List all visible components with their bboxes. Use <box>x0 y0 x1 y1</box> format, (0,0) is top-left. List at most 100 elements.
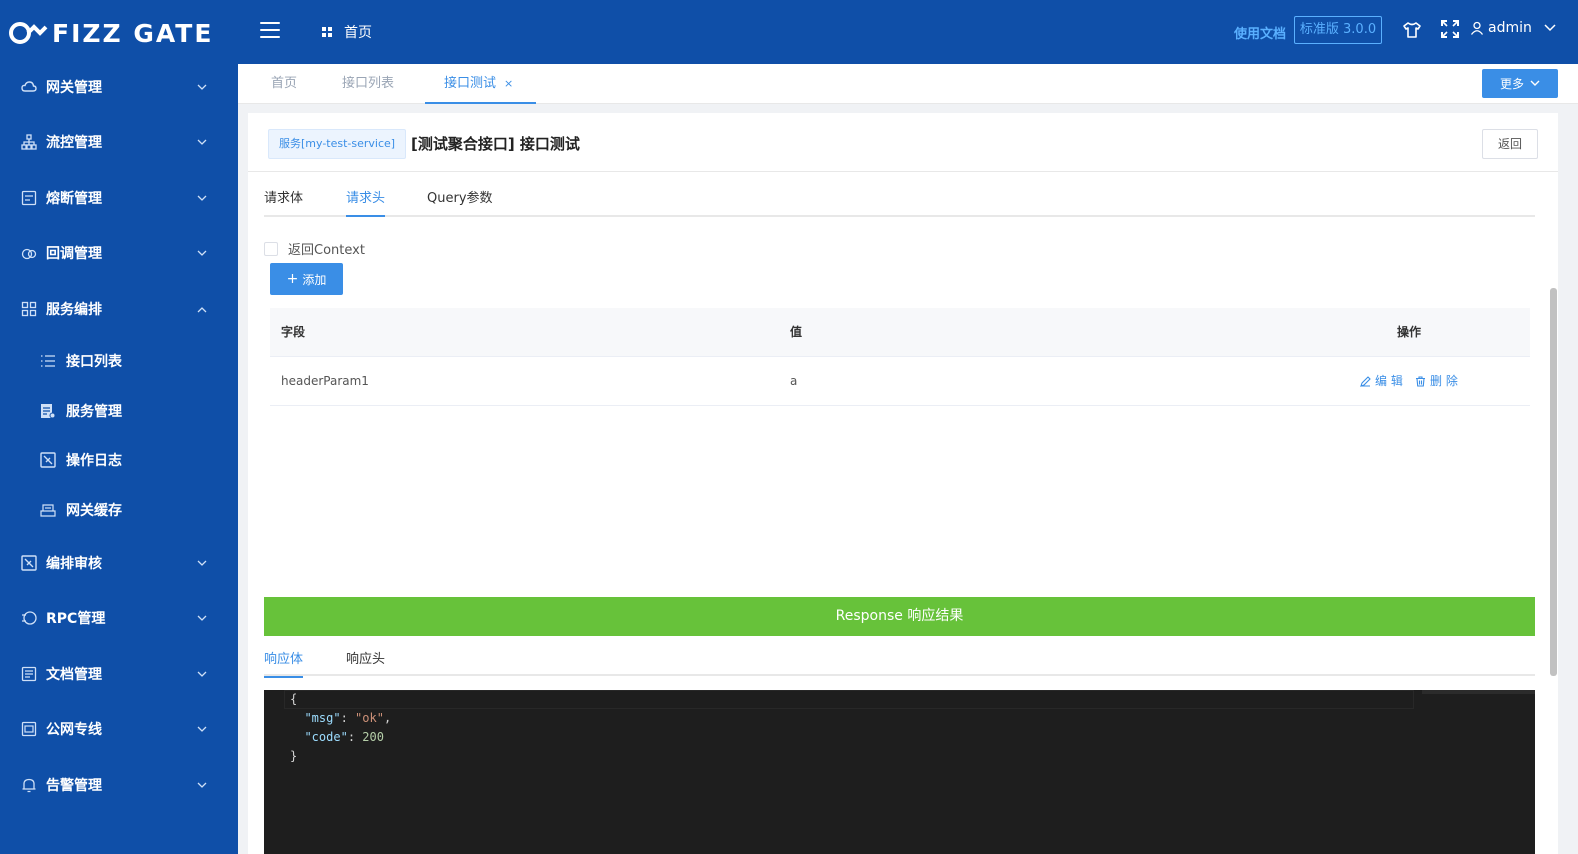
checkbox-label: 返回Context <box>288 243 365 258</box>
sidebar-item-gateway[interactable]: 网关管理 <box>0 67 238 107</box>
sidebar-item-rpc[interactable]: RPC管理 <box>0 598 238 638</box>
sidebar-item-circuit-breaker[interactable]: 熔断管理 <box>0 178 238 218</box>
log-icon <box>40 452 56 468</box>
add-button-label: 添加 <box>302 272 327 287</box>
fullscreen-icon[interactable] <box>1441 20 1459 38</box>
sidebar-item-label: 公网专线 <box>46 722 102 738</box>
close-icon[interactable]: × <box>504 64 513 104</box>
main-card: 服务[my-test-service] [测试聚合接口] 接口测试 返回 请求体… <box>248 113 1558 854</box>
dashboard-icon <box>322 26 333 38</box>
cell-field: headerParam1 <box>281 374 369 388</box>
breadcrumb-home[interactable]: 首页 <box>322 22 372 42</box>
add-button[interactable]: + 添加 <box>270 263 343 295</box>
sidebar-item-label: 流控管理 <box>46 135 102 151</box>
sidebar-item-audit[interactable]: 编排审核 <box>0 543 238 583</box>
sidebar-item-alerts[interactable]: 告警管理 <box>0 765 238 805</box>
circuit-icon <box>21 190 37 206</box>
column-header-value: 值 <box>790 325 803 339</box>
version-badge[interactable]: 标准版 3.0.0 <box>1294 16 1382 44</box>
checkbox-box[interactable] <box>264 241 278 256</box>
sidebar-item-label: RPC管理 <box>46 611 106 627</box>
more-button-label: 更多 <box>1499 77 1524 91</box>
sidebar-item-public-network[interactable]: 公网专线 <box>0 709 238 749</box>
chevron-down-icon <box>1530 80 1540 86</box>
page-tabs-bar: 首页 接口列表 接口测试 × 更多 <box>238 64 1578 104</box>
audit-icon <box>21 555 37 571</box>
sidebar-item-orchestration[interactable]: 服务编排 <box>0 289 238 329</box>
tab-request-body[interactable]: 请求体 <box>264 187 303 215</box>
sidebar-item-callback[interactable]: 回调管理 <box>0 233 238 273</box>
tab-api-list[interactable]: 接口列表 <box>342 64 394 104</box>
delete-button[interactable]: 删 除 <box>1415 357 1458 406</box>
table-row: headerParam1 a 编 辑 删 除 <box>270 357 1530 406</box>
docs-link[interactable]: 使用文档 <box>1234 23 1286 42</box>
delete-label: 删 除 <box>1430 374 1458 388</box>
grid-icon <box>21 301 37 317</box>
code-line: "msg": "ok", <box>304 711 392 725</box>
user-icon <box>1470 21 1484 35</box>
tab-query-params[interactable]: Query参数 <box>427 187 493 215</box>
page-scrollbar[interactable] <box>1550 288 1557 676</box>
cell-value: a <box>790 374 798 388</box>
sidebar-item-label: 服务管理 <box>66 404 122 420</box>
tab-request-headers[interactable]: 请求头 <box>346 187 386 217</box>
back-button[interactable]: 返回 <box>1482 129 1538 159</box>
cache-icon <box>40 504 56 517</box>
brand-name: FIZZ GATE <box>52 18 214 48</box>
chevron-down-icon <box>197 250 207 256</box>
sidebar-item-label: 接口列表 <box>66 354 122 370</box>
doc-icon <box>21 666 37 682</box>
sidebar-item-label: 服务编排 <box>46 302 102 318</box>
sidebar-item-label: 熔断管理 <box>46 191 102 207</box>
chevron-down-icon <box>197 671 207 677</box>
sidebar-item-flow-control[interactable]: 流控管理 <box>0 122 238 162</box>
sidebar-item-gateway-cache[interactable]: 网关缓存 <box>0 490 238 530</box>
response-code-editor[interactable]: { "msg": "ok", "code": 200 } <box>264 690 1535 854</box>
list-icon <box>41 355 55 367</box>
callback-icon <box>21 248 37 260</box>
network-icon <box>21 721 37 737</box>
menu-toggle-icon[interactable] <box>260 22 280 38</box>
sidebar: 网关管理 流控管理 熔断管理 回调管理 服务编排 接口列表 服务管理 操作日志 … <box>0 64 238 854</box>
more-button[interactable]: 更多 <box>1482 69 1558 98</box>
top-header: FIZZ GATE 首页 使用文档 标准版 3.0.0 admin <box>0 0 1578 64</box>
response-tabs: 响应体 响应头 <box>264 636 1535 678</box>
sidebar-item-label: 操作日志 <box>66 453 122 469</box>
chevron-down-icon <box>197 195 207 201</box>
editor-minimap <box>1422 690 1535 694</box>
chevron-down-icon <box>197 84 207 90</box>
service-icon <box>41 404 56 419</box>
sidebar-item-operation-log[interactable]: 操作日志 <box>0 440 238 480</box>
user-menu[interactable]: admin <box>1470 20 1556 36</box>
theme-shirt-icon[interactable] <box>1402 20 1422 40</box>
code-line: } <box>290 749 298 763</box>
bell-icon <box>22 778 36 793</box>
sidebar-item-label: 文档管理 <box>46 667 102 683</box>
sidebar-item-label: 网关管理 <box>46 80 102 96</box>
tab-response-body[interactable]: 响应体 <box>264 648 304 678</box>
edit-icon <box>1360 376 1371 387</box>
brand-logo[interactable]: FIZZ GATE <box>8 16 213 50</box>
tab-home[interactable]: 首页 <box>271 64 297 104</box>
column-header-field: 字段 <box>281 325 306 339</box>
sidebar-item-label: 网关缓存 <box>66 503 122 519</box>
code-line: "code": 200 <box>304 730 384 744</box>
request-tabs: 请求体 请求头 Query参数 <box>264 175 1535 217</box>
sidebar-item-label: 告警管理 <box>46 778 102 794</box>
return-context-checkbox[interactable]: 返回Context <box>264 239 365 258</box>
code-line: { <box>290 692 298 706</box>
chevron-down-icon <box>197 726 207 732</box>
sidebar-item-service-mgmt[interactable]: 服务管理 <box>0 391 238 431</box>
edit-button[interactable]: 编 辑 <box>1360 357 1403 406</box>
sidebar-item-api-list[interactable]: 接口列表 <box>0 341 238 381</box>
service-tag: 服务[my-test-service] <box>268 129 407 159</box>
tab-response-headers[interactable]: 响应头 <box>346 648 385 676</box>
chevron-up-icon <box>197 306 207 312</box>
tab-api-test-label: 接口测试 <box>444 76 497 91</box>
tab-api-test[interactable]: 接口测试 × <box>425 64 536 104</box>
sidebar-item-docs[interactable]: 文档管理 <box>0 654 238 694</box>
cloud-icon <box>21 81 37 92</box>
chevron-down-icon <box>197 139 207 145</box>
logo-key-icon <box>9 22 48 44</box>
chevron-down-icon <box>1544 24 1556 32</box>
